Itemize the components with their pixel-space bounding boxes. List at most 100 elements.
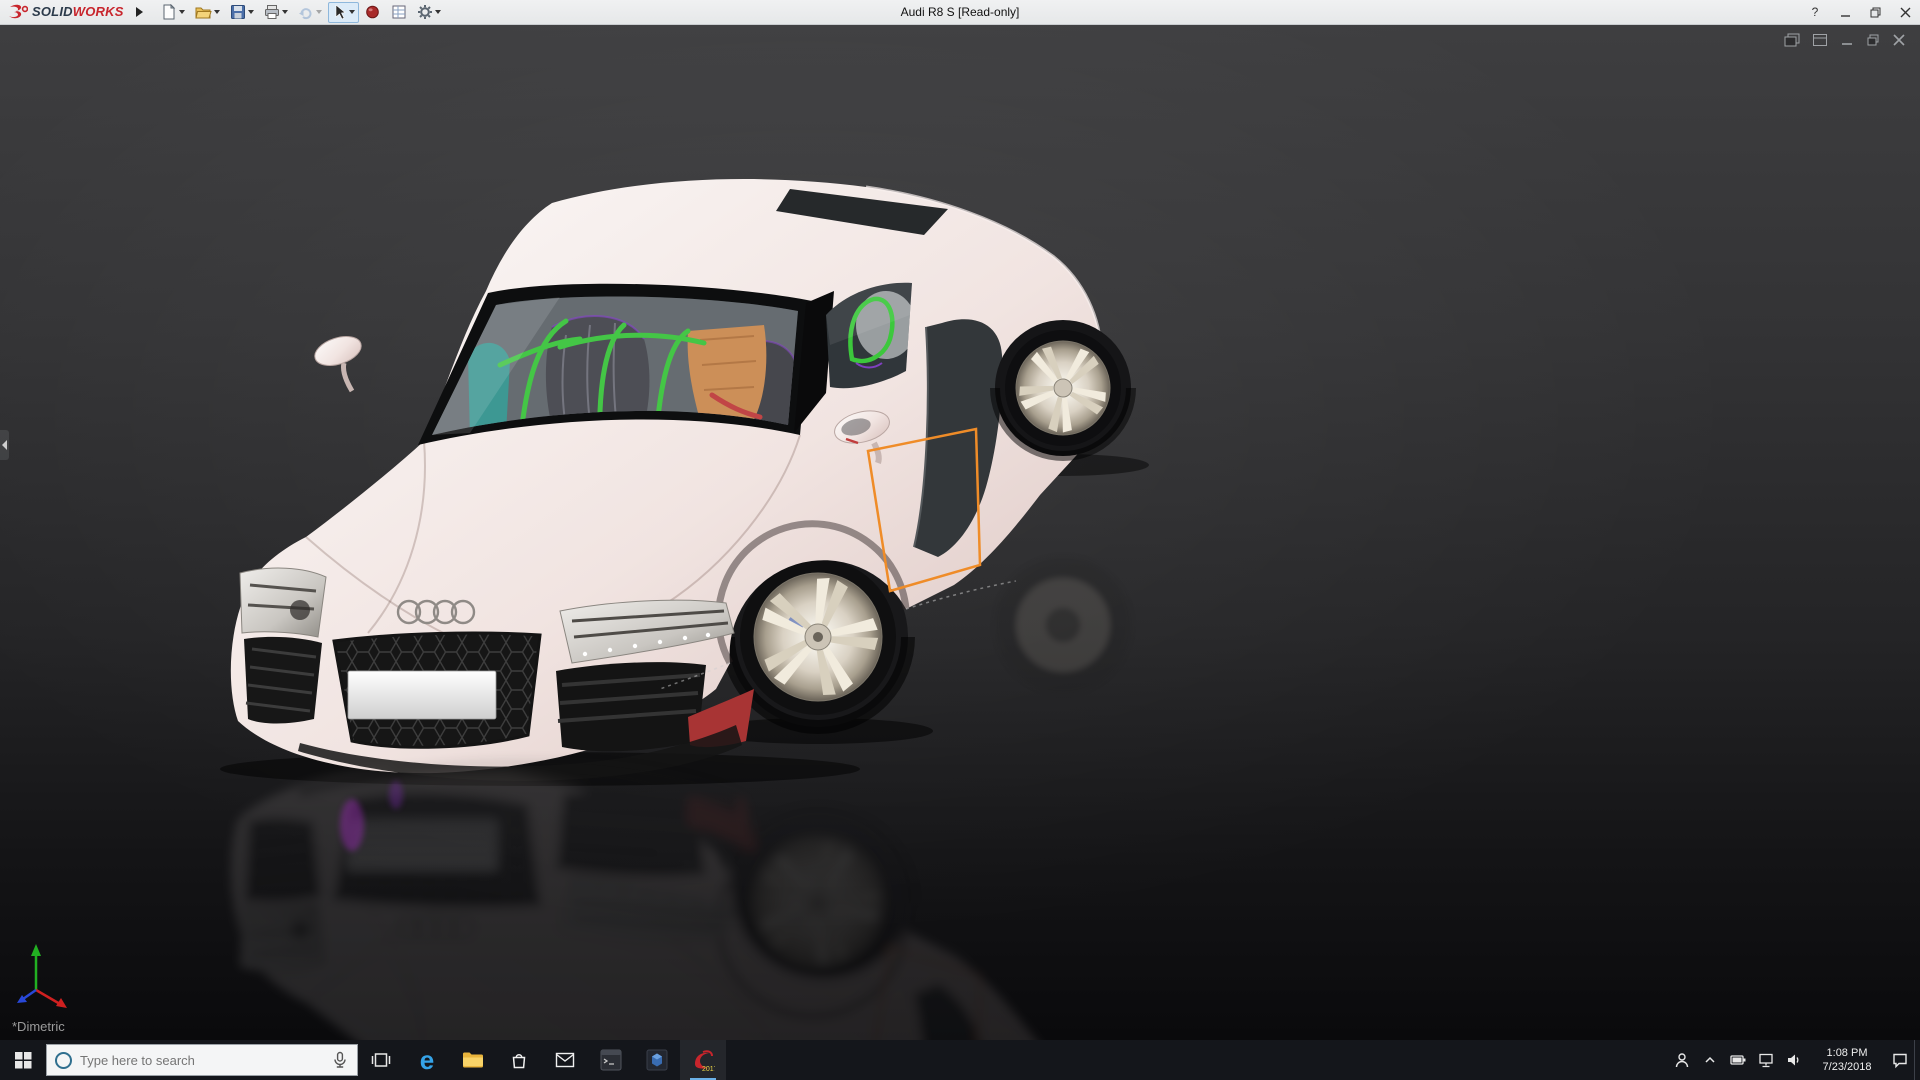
task-view-button[interactable] <box>358 1040 404 1080</box>
store-icon <box>512 1054 526 1069</box>
select-arrow-icon <box>335 4 346 20</box>
print-button[interactable] <box>260 2 292 23</box>
edge-button[interactable]: e <box>404 1040 450 1080</box>
left-air-intake[interactable] <box>244 636 322 724</box>
file-explorer-button[interactable] <box>450 1040 496 1080</box>
window-controls: ? <box>1800 0 1920 24</box>
rear-wheel[interactable] <box>990 320 1136 461</box>
undo-button[interactable] <box>294 2 326 23</box>
close-icon <box>1900 7 1910 17</box>
battery-button[interactable] <box>1724 1040 1752 1080</box>
3d-viewport[interactable]: *Dimetric <box>0 25 1920 1040</box>
dropdown-caret <box>434 10 441 14</box>
minimize-icon <box>1840 14 1850 17</box>
save-icon <box>230 5 245 19</box>
task-view-icon <box>371 1053 391 1067</box>
edrawings-button[interactable] <box>634 1040 680 1080</box>
network-icon <box>1759 1053 1773 1068</box>
open-button[interactable] <box>191 2 224 23</box>
maximize-button[interactable] <box>1860 0 1890 24</box>
terminal-icon <box>600 1049 622 1071</box>
left-mirror[interactable] <box>311 331 365 393</box>
titlebar: SOLIDWORKS Audi R8 S [Read-only] ? <box>0 0 1920 25</box>
save-button[interactable] <box>226 2 258 23</box>
new-document-icon <box>163 4 175 20</box>
taskbar: e 2017 <box>0 1040 1920 1080</box>
doc-close-icon[interactable] <box>1892 33 1906 47</box>
window-title: Audi R8 S [Read-only] <box>900 5 1020 19</box>
dropdown-caret <box>281 10 288 14</box>
file-explorer-icon <box>463 1052 483 1068</box>
chevron-up-icon <box>1705 1056 1715 1063</box>
quick-access-toolbar <box>157 1 445 23</box>
clock-time: 1:08 PM <box>1826 1047 1868 1059</box>
solidworks-taskbar-button[interactable]: 2017 <box>680 1040 726 1080</box>
help-button[interactable]: ? <box>1800 0 1830 24</box>
solidworks-logo: SOLIDWORKS <box>0 3 130 21</box>
tile-window-icon[interactable] <box>1812 33 1828 47</box>
battery-icon <box>1730 1055 1746 1065</box>
menu-flyout-arrow[interactable] <box>135 7 143 17</box>
model-scene[interactable] <box>0 25 1920 1040</box>
doc-minimize-icon[interactable] <box>1840 33 1854 47</box>
mail-icon <box>555 1052 575 1068</box>
show-desktop-button[interactable] <box>1914 1040 1920 1080</box>
solidworks-icon: 2017 <box>695 1050 715 1072</box>
left-headlight[interactable] <box>239 567 327 638</box>
options-button[interactable] <box>413 2 445 23</box>
action-center-icon <box>1893 1053 1907 1069</box>
new-window-icon[interactable] <box>1784 33 1800 47</box>
people-icon <box>1675 1053 1689 1068</box>
windows-logo-icon <box>14 1051 31 1068</box>
edge-icon: e <box>419 1045 435 1075</box>
undo-icon <box>298 8 312 20</box>
feature-manager-collapse-tab[interactable] <box>0 430 9 460</box>
appearance-button[interactable] <box>361 2 385 23</box>
select-tool-button[interactable] <box>327 1 359 23</box>
search-input[interactable] <box>80 1052 323 1068</box>
dropdown-caret <box>213 10 220 14</box>
print-icon <box>264 5 279 19</box>
taskbar-clock[interactable]: 1:08 PM 7/23/2018 <box>1808 1040 1886 1080</box>
taskbar-search[interactable] <box>46 1044 358 1076</box>
taskbar-spacer <box>726 1040 1668 1080</box>
license-plate[interactable] <box>347 670 497 720</box>
dropdown-caret <box>247 10 254 14</box>
3ds-logo-icon <box>9 4 28 19</box>
action-center-button[interactable] <box>1886 1040 1914 1080</box>
volume-button[interactable] <box>1780 1040 1808 1080</box>
volume-icon <box>1788 1054 1799 1066</box>
minimize-button[interactable] <box>1830 0 1860 24</box>
start-button[interactable] <box>0 1040 46 1080</box>
design-table-button[interactable] <box>387 2 411 23</box>
y-axis-arrow <box>31 944 41 956</box>
network-button[interactable] <box>1752 1040 1780 1080</box>
open-icon <box>194 7 212 19</box>
options-gear-icon <box>417 5 432 19</box>
appearance-icon <box>366 5 379 19</box>
cortana-icon[interactable] <box>55 1051 72 1069</box>
tray-overflow-button[interactable] <box>1696 1040 1724 1080</box>
terminal-button[interactable] <box>588 1040 634 1080</box>
solidworks-year-label: 2017 <box>702 1066 715 1072</box>
document-window-controls <box>1784 33 1906 47</box>
right-air-intake[interactable] <box>556 662 706 752</box>
logo-text-works: WORKS <box>72 4 124 19</box>
logo-text-solid: SOLID <box>32 4 73 19</box>
microphone-icon[interactable] <box>331 1051 349 1069</box>
restore-icon <box>1870 7 1880 17</box>
mail-button[interactable] <box>542 1040 588 1080</box>
store-button[interactable] <box>496 1040 542 1080</box>
dropdown-caret <box>348 10 355 14</box>
close-button[interactable] <box>1890 0 1920 24</box>
design-table-icon <box>392 5 406 19</box>
doc-restore-icon[interactable] <box>1866 33 1880 47</box>
clock-date: 7/23/2018 <box>1822 1061 1872 1073</box>
dropdown-caret <box>315 10 322 14</box>
edrawings-icon <box>646 1049 668 1071</box>
view-orientation-label: *Dimetric <box>12 1019 65 1034</box>
new-document-button[interactable] <box>157 2 189 23</box>
orientation-triad <box>17 944 67 1008</box>
car-model[interactable] <box>230 179 1136 781</box>
people-button[interactable] <box>1668 1040 1696 1080</box>
